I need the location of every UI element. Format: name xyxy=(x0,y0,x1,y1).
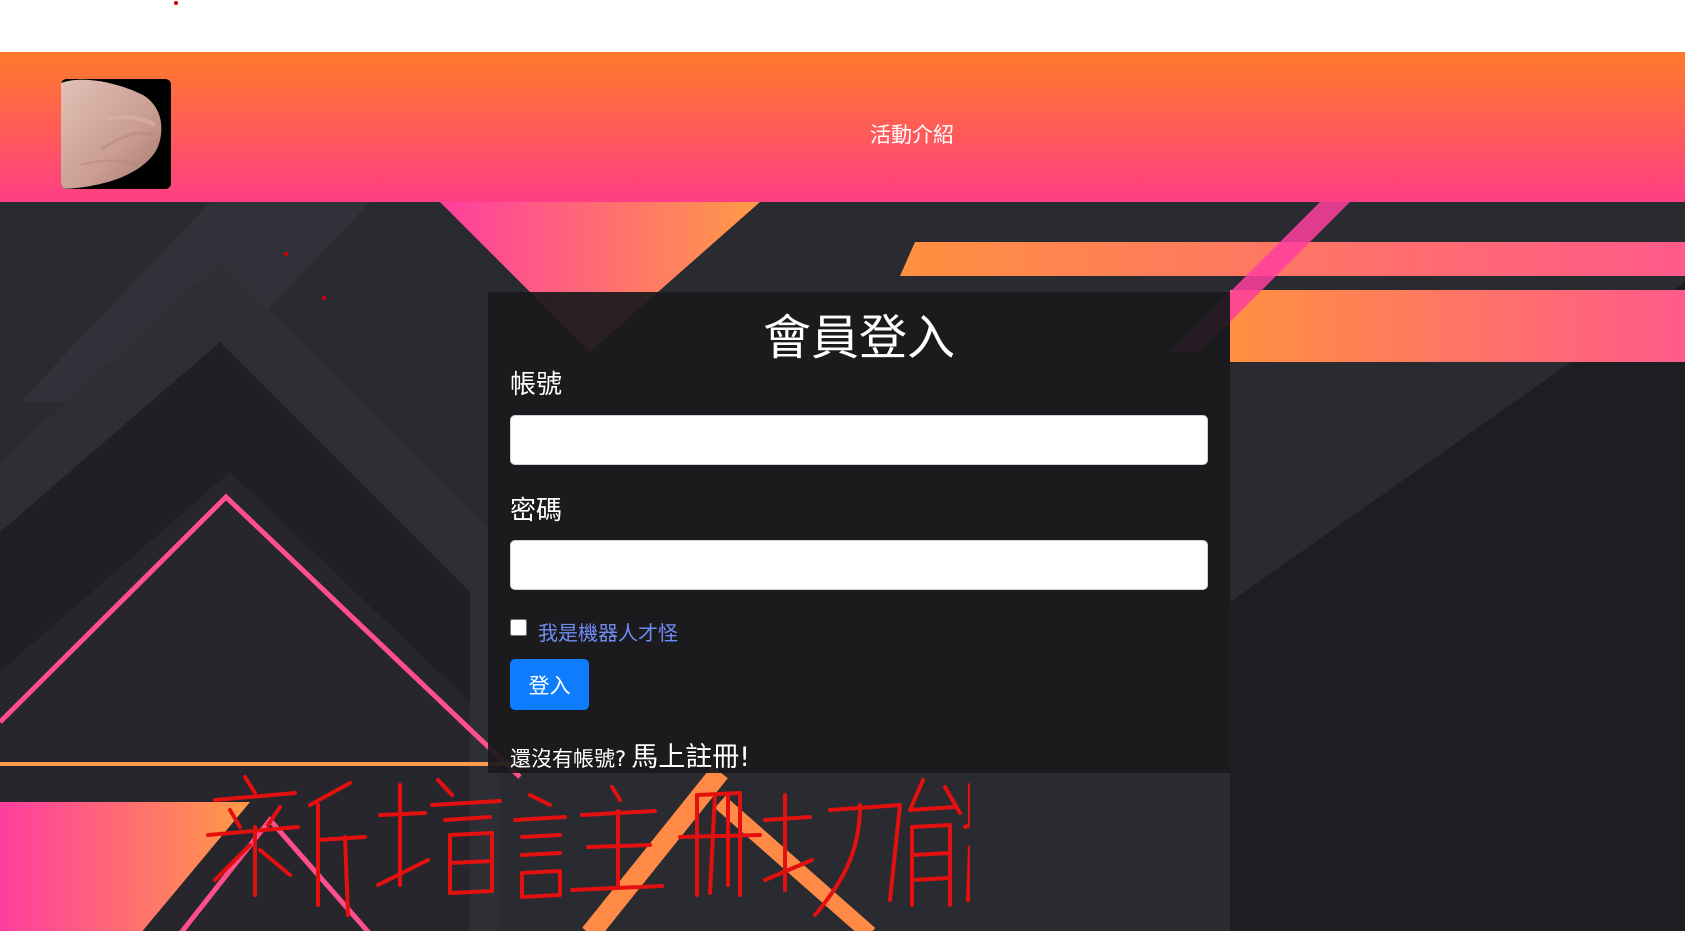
red-dot-mark xyxy=(174,1,178,5)
handwritten-note-icon xyxy=(206,775,987,917)
handwritten-annotation xyxy=(200,765,987,929)
top-whitespace xyxy=(0,0,1685,52)
login-card: 會員登入 帳號 密碼 我是機器人才怪 登入 還沒有帳號? 馬上註冊! xyxy=(488,292,1230,773)
robot-checkbox[interactable] xyxy=(510,619,527,636)
username-label: 帳號 xyxy=(510,370,563,400)
avatar-photo-icon xyxy=(61,79,171,189)
nav-link-activities[interactable]: 活動介紹 xyxy=(870,119,954,149)
logo-avatar[interactable] xyxy=(61,79,171,189)
username-input[interactable] xyxy=(510,415,1208,465)
red-dot-mark xyxy=(284,252,288,256)
robot-checkbox-label[interactable]: 我是機器人才怪 xyxy=(538,617,678,646)
login-button[interactable]: 登入 xyxy=(510,659,589,710)
password-input[interactable] xyxy=(510,540,1208,590)
red-dot-mark xyxy=(322,296,326,300)
page-title: 會員登入 xyxy=(762,310,955,366)
navbar: 活動介紹 xyxy=(0,52,1685,202)
password-label: 密碼 xyxy=(510,496,563,526)
